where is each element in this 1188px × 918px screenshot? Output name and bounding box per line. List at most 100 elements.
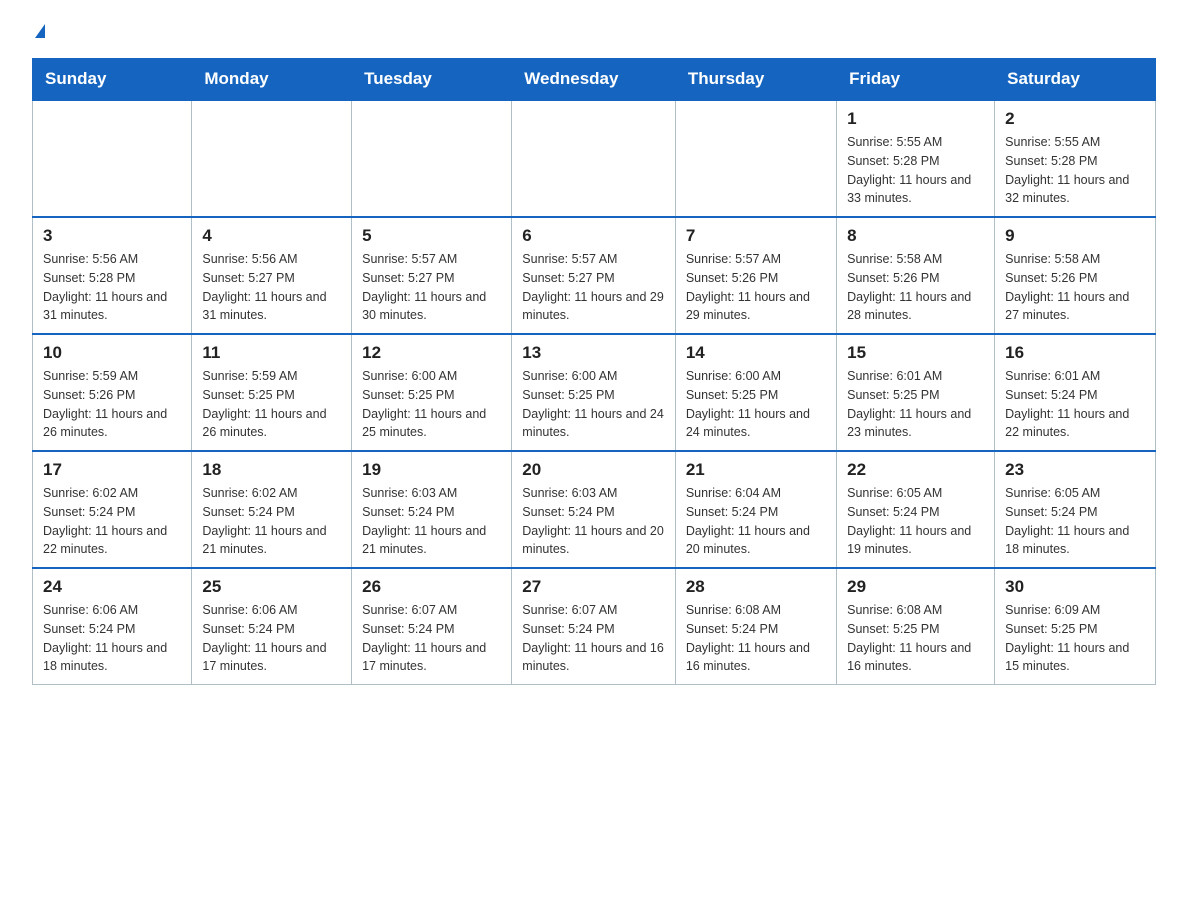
col-monday: Monday	[192, 59, 352, 101]
day-info: Sunrise: 6:02 AMSunset: 5:24 PMDaylight:…	[202, 484, 341, 559]
day-number: 3	[43, 226, 181, 246]
day-info: Sunrise: 6:08 AMSunset: 5:25 PMDaylight:…	[847, 601, 984, 676]
day-number: 29	[847, 577, 984, 597]
day-number: 19	[362, 460, 501, 480]
table-row: 25 Sunrise: 6:06 AMSunset: 5:24 PMDayligh…	[192, 568, 352, 685]
day-info: Sunrise: 6:09 AMSunset: 5:25 PMDaylight:…	[1005, 601, 1145, 676]
table-row: 26Sunrise: 6:07 AMSunset: 5:24 PMDayligh…	[352, 568, 512, 685]
day-number: 6	[522, 226, 665, 246]
table-row: 12 Sunrise: 6:00 AMSunset: 5:25 PMDayligh…	[352, 334, 512, 451]
day-info: Sunrise: 6:07 AMSunset: 5:24 PMDaylight:…	[362, 601, 501, 676]
day-info: Sunrise: 5:55 AMSunset: 5:28 PMDaylight:…	[847, 133, 984, 208]
table-row: 13 Sunrise: 6:00 AMSunset: 5:25 PMDayligh…	[512, 334, 676, 451]
day-info: Sunrise: 6:00 AMSunset: 5:25 PMDaylight:…	[362, 367, 501, 442]
calendar-week-row: 10 Sunrise: 5:59 AMSunset: 5:26 PMDayligh…	[33, 334, 1156, 451]
table-row	[192, 100, 352, 217]
day-number: 23	[1005, 460, 1145, 480]
day-number: 22	[847, 460, 984, 480]
table-row: 6Sunrise: 5:57 AMSunset: 5:27 PMDaylight…	[512, 217, 676, 334]
table-row: 18 Sunrise: 6:02 AMSunset: 5:24 PMDayligh…	[192, 451, 352, 568]
table-row: 22 Sunrise: 6:05 AMSunset: 5:24 PMDayligh…	[837, 451, 995, 568]
day-info: Sunrise: 5:56 AMSunset: 5:27 PMDaylight:…	[202, 250, 341, 325]
day-number: 30	[1005, 577, 1145, 597]
day-number: 8	[847, 226, 984, 246]
day-info: Sunrise: 6:00 AMSunset: 5:25 PMDaylight:…	[522, 367, 665, 442]
table-row: 7 Sunrise: 5:57 AMSunset: 5:26 PMDaylight…	[675, 217, 836, 334]
table-row: 24 Sunrise: 6:06 AMSunset: 5:24 PMDayligh…	[33, 568, 192, 685]
table-row	[675, 100, 836, 217]
day-info: Sunrise: 5:57 AMSunset: 5:26 PMDaylight:…	[686, 250, 826, 325]
day-info: Sunrise: 6:02 AMSunset: 5:24 PMDaylight:…	[43, 484, 181, 559]
day-number: 2	[1005, 109, 1145, 129]
table-row: 27 Sunrise: 6:07 AMSunset: 5:24 PMDayligh…	[512, 568, 676, 685]
day-info: Sunrise: 5:58 AMSunset: 5:26 PMDaylight:…	[1005, 250, 1145, 325]
day-number: 13	[522, 343, 665, 363]
day-info: Sunrise: 5:58 AMSunset: 5:26 PMDaylight:…	[847, 250, 984, 325]
calendar-header-row: Sunday Monday Tuesday Wednesday Thursday…	[33, 59, 1156, 101]
table-row: 1 Sunrise: 5:55 AMSunset: 5:28 PMDaylight…	[837, 100, 995, 217]
col-friday: Friday	[837, 59, 995, 101]
day-info: Sunrise: 6:07 AMSunset: 5:24 PMDaylight:…	[522, 601, 665, 676]
day-info: Sunrise: 5:55 AMSunset: 5:28 PMDaylight:…	[1005, 133, 1145, 208]
calendar-week-row: 1 Sunrise: 5:55 AMSunset: 5:28 PMDaylight…	[33, 100, 1156, 217]
day-number: 1	[847, 109, 984, 129]
day-info: Sunrise: 6:06 AMSunset: 5:24 PMDaylight:…	[202, 601, 341, 676]
day-number: 15	[847, 343, 984, 363]
table-row: 20 Sunrise: 6:03 AMSunset: 5:24 PMDayligh…	[512, 451, 676, 568]
calendar-week-row: 24 Sunrise: 6:06 AMSunset: 5:24 PMDayligh…	[33, 568, 1156, 685]
day-info: Sunrise: 6:08 AMSunset: 5:24 PMDaylight:…	[686, 601, 826, 676]
table-row: 14Sunrise: 6:00 AMSunset: 5:25 PMDayligh…	[675, 334, 836, 451]
table-row: 16Sunrise: 6:01 AMSunset: 5:24 PMDayligh…	[995, 334, 1156, 451]
logo	[32, 24, 45, 40]
day-number: 11	[202, 343, 341, 363]
day-info: Sunrise: 6:05 AMSunset: 5:24 PMDaylight:…	[1005, 484, 1145, 559]
day-info: Sunrise: 6:01 AMSunset: 5:25 PMDaylight:…	[847, 367, 984, 442]
table-row: 30 Sunrise: 6:09 AMSunset: 5:25 PMDayligh…	[995, 568, 1156, 685]
day-info: Sunrise: 6:01 AMSunset: 5:24 PMDaylight:…	[1005, 367, 1145, 442]
table-row: 19Sunrise: 6:03 AMSunset: 5:24 PMDayligh…	[352, 451, 512, 568]
day-info: Sunrise: 6:03 AMSunset: 5:24 PMDaylight:…	[522, 484, 665, 559]
day-number: 17	[43, 460, 181, 480]
day-number: 27	[522, 577, 665, 597]
day-number: 25	[202, 577, 341, 597]
day-info: Sunrise: 6:06 AMSunset: 5:24 PMDaylight:…	[43, 601, 181, 676]
table-row: 8 Sunrise: 5:58 AMSunset: 5:26 PMDaylight…	[837, 217, 995, 334]
day-info: Sunrise: 5:56 AMSunset: 5:28 PMDaylight:…	[43, 250, 181, 325]
col-thursday: Thursday	[675, 59, 836, 101]
day-info: Sunrise: 5:59 AMSunset: 5:25 PMDaylight:…	[202, 367, 341, 442]
day-info: Sunrise: 5:57 AMSunset: 5:27 PMDaylight:…	[362, 250, 501, 325]
table-row: 2 Sunrise: 5:55 AMSunset: 5:28 PMDaylight…	[995, 100, 1156, 217]
col-wednesday: Wednesday	[512, 59, 676, 101]
day-number: 12	[362, 343, 501, 363]
col-tuesday: Tuesday	[352, 59, 512, 101]
logo-triangle-icon	[35, 24, 45, 38]
calendar-week-row: 17 Sunrise: 6:02 AMSunset: 5:24 PMDayligh…	[33, 451, 1156, 568]
day-number: 9	[1005, 226, 1145, 246]
day-number: 20	[522, 460, 665, 480]
table-row: 5Sunrise: 5:57 AMSunset: 5:27 PMDaylight…	[352, 217, 512, 334]
day-number: 21	[686, 460, 826, 480]
table-row: 4 Sunrise: 5:56 AMSunset: 5:27 PMDaylight…	[192, 217, 352, 334]
table-row: 3 Sunrise: 5:56 AMSunset: 5:28 PMDaylight…	[33, 217, 192, 334]
calendar-week-row: 3 Sunrise: 5:56 AMSunset: 5:28 PMDaylight…	[33, 217, 1156, 334]
col-saturday: Saturday	[995, 59, 1156, 101]
day-number: 7	[686, 226, 826, 246]
day-number: 18	[202, 460, 341, 480]
day-info: Sunrise: 5:59 AMSunset: 5:26 PMDaylight:…	[43, 367, 181, 442]
table-row: 23 Sunrise: 6:05 AMSunset: 5:24 PMDayligh…	[995, 451, 1156, 568]
table-row: 28 Sunrise: 6:08 AMSunset: 5:24 PMDayligh…	[675, 568, 836, 685]
day-number: 28	[686, 577, 826, 597]
page-header	[32, 24, 1156, 40]
table-row: 9 Sunrise: 5:58 AMSunset: 5:26 PMDaylight…	[995, 217, 1156, 334]
table-row: 10 Sunrise: 5:59 AMSunset: 5:26 PMDayligh…	[33, 334, 192, 451]
table-row: 21Sunrise: 6:04 AMSunset: 5:24 PMDayligh…	[675, 451, 836, 568]
table-row: 17 Sunrise: 6:02 AMSunset: 5:24 PMDayligh…	[33, 451, 192, 568]
day-number: 10	[43, 343, 181, 363]
day-number: 24	[43, 577, 181, 597]
day-number: 4	[202, 226, 341, 246]
table-row: 15 Sunrise: 6:01 AMSunset: 5:25 PMDayligh…	[837, 334, 995, 451]
table-row	[33, 100, 192, 217]
table-row	[352, 100, 512, 217]
table-row: 11 Sunrise: 5:59 AMSunset: 5:25 PMDayligh…	[192, 334, 352, 451]
day-info: Sunrise: 6:05 AMSunset: 5:24 PMDaylight:…	[847, 484, 984, 559]
